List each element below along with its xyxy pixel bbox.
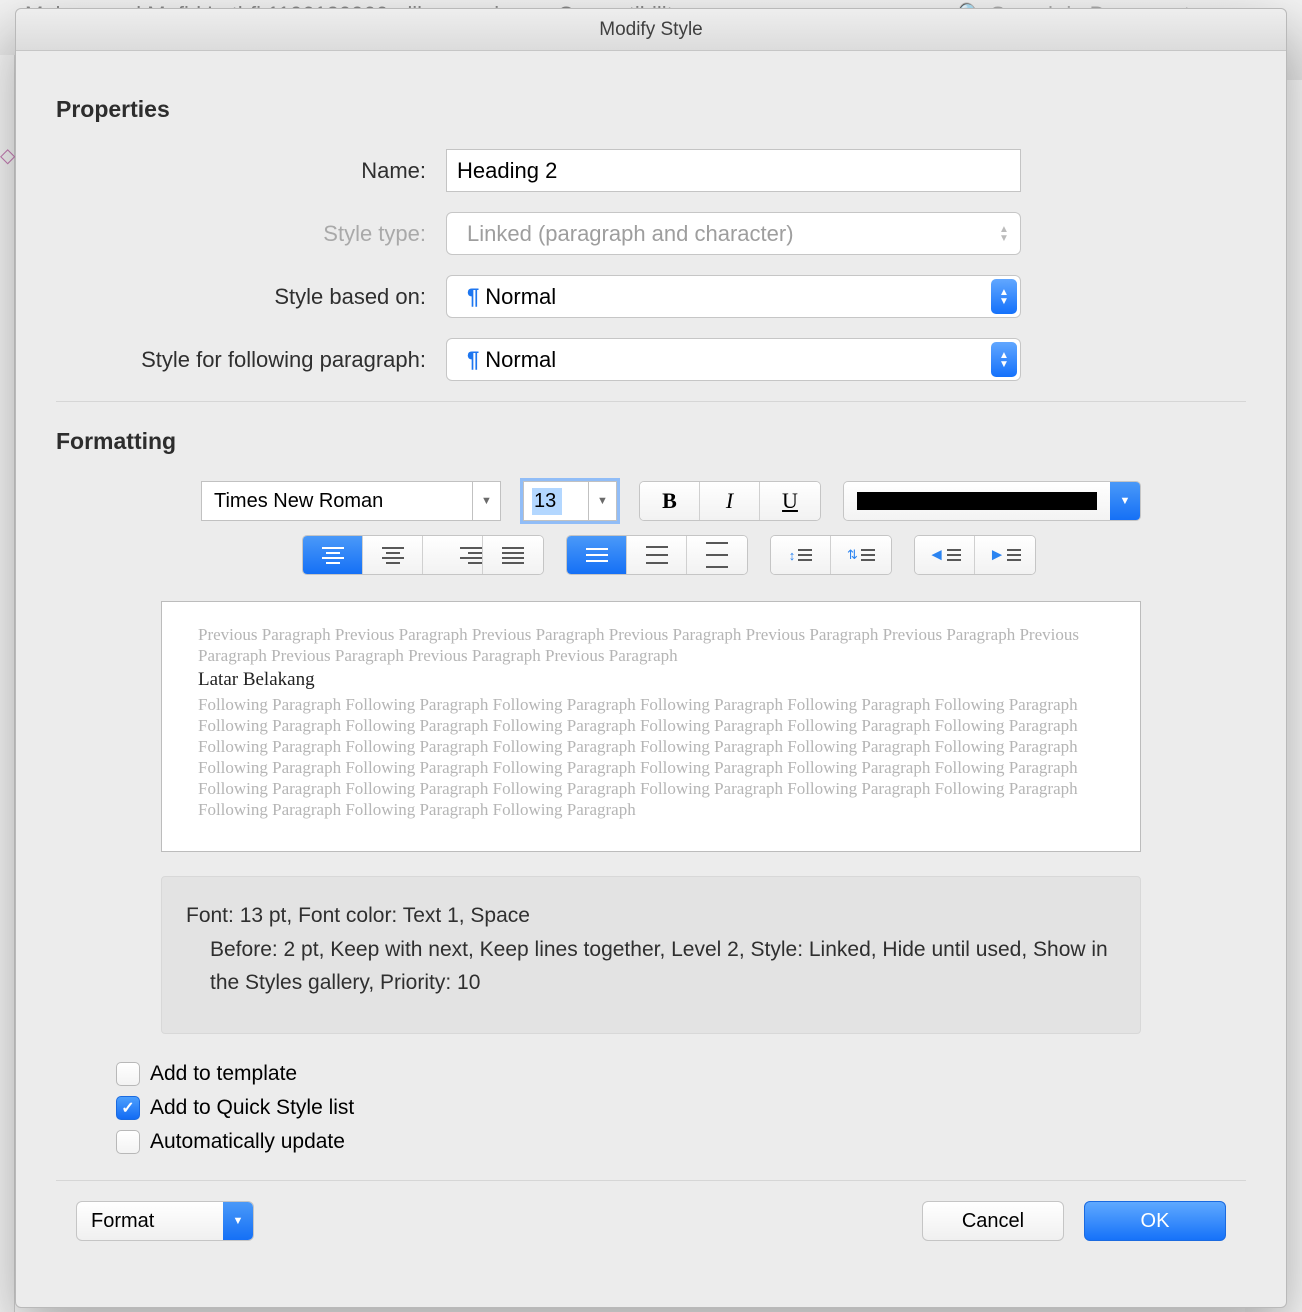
line-spacing-group bbox=[566, 535, 748, 575]
preview-follow-text: Following Paragraph Following Paragraph … bbox=[198, 694, 1104, 820]
following-value: Normal bbox=[485, 347, 556, 373]
underline-button[interactable]: U bbox=[760, 482, 820, 520]
decrease-para-spacing-button[interactable]: ⇅ bbox=[831, 536, 891, 574]
properties-heading: Properties bbox=[56, 96, 1246, 123]
font-family-combo[interactable]: Times New Roman ▼ bbox=[201, 481, 501, 521]
based-on-combo[interactable]: ¶ Normal ▲▼ bbox=[446, 275, 1021, 318]
increase-para-spacing-button[interactable]: ↕ bbox=[771, 536, 831, 574]
spacing-15-button[interactable] bbox=[627, 536, 687, 574]
formatting-heading: Formatting bbox=[56, 428, 1246, 455]
style-description: Font: 13 pt, Font color: Text 1, Space B… bbox=[161, 876, 1141, 1034]
font-size-combo[interactable]: 13 ▼ bbox=[523, 481, 617, 521]
increase-indent-button[interactable]: ► bbox=[975, 536, 1035, 574]
preview-prev-text: Previous Paragraph Previous Paragraph Pr… bbox=[198, 624, 1104, 666]
stepper-icon[interactable]: ▲▼ bbox=[991, 342, 1017, 377]
bg-ruler bbox=[0, 55, 15, 1312]
chevron-down-icon[interactable]: ▼ bbox=[223, 1202, 253, 1240]
cancel-button[interactable]: Cancel bbox=[922, 1201, 1064, 1241]
spacing-1-button[interactable] bbox=[567, 536, 627, 574]
pilcrow-icon: ¶ bbox=[467, 284, 479, 310]
style-type-label: Style type: bbox=[56, 221, 446, 247]
indent-group: ◄ ► bbox=[914, 535, 1036, 575]
font-color-combo[interactable]: ▼ bbox=[843, 481, 1141, 521]
auto-update-label: Automatically update bbox=[150, 1130, 345, 1154]
preview-sample-text: Latar Belakang bbox=[198, 669, 1104, 691]
based-on-value: Normal bbox=[485, 284, 556, 310]
align-left-button[interactable] bbox=[303, 536, 363, 574]
decrease-indent-button[interactable]: ◄ bbox=[915, 536, 975, 574]
style-type-value: Linked (paragraph and character) bbox=[467, 221, 794, 247]
font-size-value[interactable]: 13 bbox=[532, 488, 562, 515]
following-label: Style for following paragraph: bbox=[56, 347, 446, 373]
add-to-quick-style-label: Add to Quick Style list bbox=[150, 1096, 354, 1120]
pilcrow-icon: ¶ bbox=[467, 347, 479, 373]
chevron-down-icon[interactable]: ▼ bbox=[588, 482, 616, 520]
add-to-template-label: Add to template bbox=[150, 1062, 297, 1086]
stepper-icon[interactable]: ▲▼ bbox=[991, 279, 1017, 314]
color-swatch[interactable] bbox=[844, 482, 1110, 520]
style-type-combo: Linked (paragraph and character) ▲▼ bbox=[446, 212, 1021, 255]
add-to-template-checkbox[interactable] bbox=[116, 1062, 140, 1086]
align-right-button[interactable] bbox=[423, 536, 483, 574]
align-center-button[interactable] bbox=[363, 536, 423, 574]
name-label: Name: bbox=[56, 158, 446, 184]
stepper-icon: ▲▼ bbox=[991, 216, 1017, 251]
bold-button[interactable]: B bbox=[640, 482, 700, 520]
dialog-title: Modify Style bbox=[16, 9, 1286, 51]
paragraph-spacing-group: ↕ ⇅ bbox=[770, 535, 892, 575]
bold-italic-underline-group: B I U bbox=[639, 481, 821, 521]
italic-button[interactable]: I bbox=[700, 482, 760, 520]
ok-button[interactable]: OK bbox=[1084, 1201, 1226, 1241]
style-preview: Previous Paragraph Previous Paragraph Pr… bbox=[161, 601, 1141, 852]
name-input[interactable] bbox=[446, 149, 1021, 192]
bg-marker: ◇ bbox=[0, 148, 16, 166]
auto-update-checkbox[interactable] bbox=[116, 1130, 140, 1154]
align-justify-button[interactable] bbox=[483, 536, 543, 574]
modify-style-dialog: Modify Style Properties Name: Style type… bbox=[15, 8, 1287, 1308]
alignment-group bbox=[302, 535, 544, 575]
format-menu-button[interactable]: Format ▼ bbox=[76, 1201, 254, 1241]
chevron-down-icon[interactable]: ▼ bbox=[472, 482, 500, 520]
based-on-label: Style based on: bbox=[56, 284, 446, 310]
chevron-down-icon[interactable]: ▼ bbox=[1110, 482, 1140, 520]
add-to-quick-style-checkbox[interactable]: ✓ bbox=[116, 1096, 140, 1120]
spacing-2-button[interactable] bbox=[687, 536, 747, 574]
font-family-value: Times New Roman bbox=[214, 490, 383, 513]
following-combo[interactable]: ¶ Normal ▲▼ bbox=[446, 338, 1021, 381]
